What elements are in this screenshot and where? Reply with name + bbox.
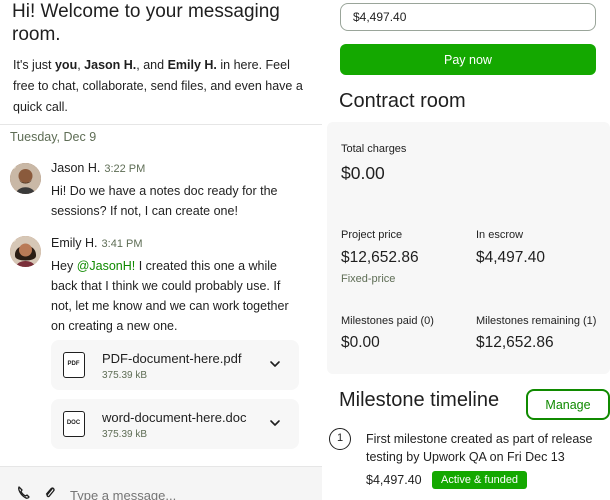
escrow-value: $4,497.40 (476, 249, 545, 266)
message-header: Emily H. 3:41 PM (51, 236, 143, 250)
milestone-timeline-title: Milestone timeline (339, 389, 500, 411)
welcome-user-emily: Emily H. (167, 58, 217, 72)
phone-icon[interactable] (16, 485, 32, 500)
message-jason: Jason H. 3:22 PM Hi! Do we have a notes d… (0, 161, 322, 223)
milestone-number: 1 (329, 428, 351, 450)
file-size: 375.39 kB (102, 429, 148, 440)
contract-room-title: Contract room (339, 90, 466, 112)
contract-summary-panel: Total charges $0.00 Project price $12,65… (327, 122, 610, 374)
message-time: 3:22 PM (104, 163, 146, 175)
file-name: word-document-here.doc (102, 410, 247, 425)
welcome-text: It's just you, Jason H., and Emily H. in… (13, 58, 303, 114)
file-attachment-doc[interactable]: DOC word-document-here.doc 375.39 kB (51, 399, 299, 449)
sender-name[interactable]: Emily H. (51, 236, 98, 250)
avatar-emily[interactable] (10, 236, 41, 267)
file-name: PDF-document-here.pdf (102, 351, 242, 366)
doc-file-icon: DOC (63, 411, 85, 437)
milestones-remaining-value: $12,652.86 (476, 334, 554, 351)
sender-name[interactable]: Jason H. (51, 161, 100, 175)
payment-amount-input[interactable] (340, 3, 596, 31)
total-charges-label: Total charges (341, 143, 407, 155)
chat-panel: Hi! Welcome to your messaging room. It's… (0, 0, 322, 500)
message-input[interactable] (70, 488, 310, 500)
message-text: Hey @JasonH! I created this one a while … (51, 259, 289, 333)
file-size: 375.39 kB (102, 370, 148, 381)
date-separator: Tuesday, Dec 9 (0, 124, 322, 146)
message-header: Jason H. 3:22 PM (51, 161, 145, 175)
date-separator-label: Tuesday, Dec 9 (10, 130, 97, 144)
chevron-down-icon[interactable] (269, 358, 281, 370)
user-mention[interactable]: @JasonH! (77, 259, 136, 273)
file-attachment-pdf[interactable]: PDF PDF-document-here.pdf 375.39 kB (51, 340, 299, 390)
project-price-value: $12,652.86 (341, 249, 419, 266)
paperclip-icon[interactable] (42, 485, 58, 500)
project-price-label: Project price (341, 229, 403, 241)
contract-sidebar: Pay now Contract room Total charges $0.0… (327, 0, 610, 500)
milestones-remaining-label: Milestones remaining (1) (476, 315, 597, 327)
milestones-paid-label: Milestones paid (0) (341, 315, 434, 327)
welcome-you: you (54, 58, 78, 72)
message-time: 3:41 PM (101, 238, 143, 250)
welcome-title: Hi! Welcome to your messaging room. (12, 1, 280, 45)
pdf-file-icon: PDF (63, 352, 85, 378)
message-emily: Emily H. 3:41 PM Hey @JasonH! I created t… (0, 236, 322, 336)
milestone-status-badge: Active & funded (432, 471, 528, 489)
milestone-amount: $4,497.40 (366, 473, 422, 487)
message-text: Hi! Do we have a notes doc ready for the… (51, 184, 278, 218)
milestones-paid-value: $0.00 (341, 334, 380, 351)
pay-now-button[interactable]: Pay now (340, 44, 596, 75)
total-charges-value: $0.00 (341, 163, 385, 183)
avatar-jason[interactable] (10, 163, 41, 194)
escrow-label: In escrow (476, 229, 524, 241)
project-price-type: Fixed-price (341, 273, 396, 285)
welcome-user-jason: Jason H. (84, 58, 137, 72)
manage-button[interactable]: Manage (526, 389, 610, 420)
milestone-description: First milestone created as part of relea… (366, 432, 593, 464)
message-composer (0, 466, 322, 500)
chevron-down-icon[interactable] (269, 417, 281, 429)
